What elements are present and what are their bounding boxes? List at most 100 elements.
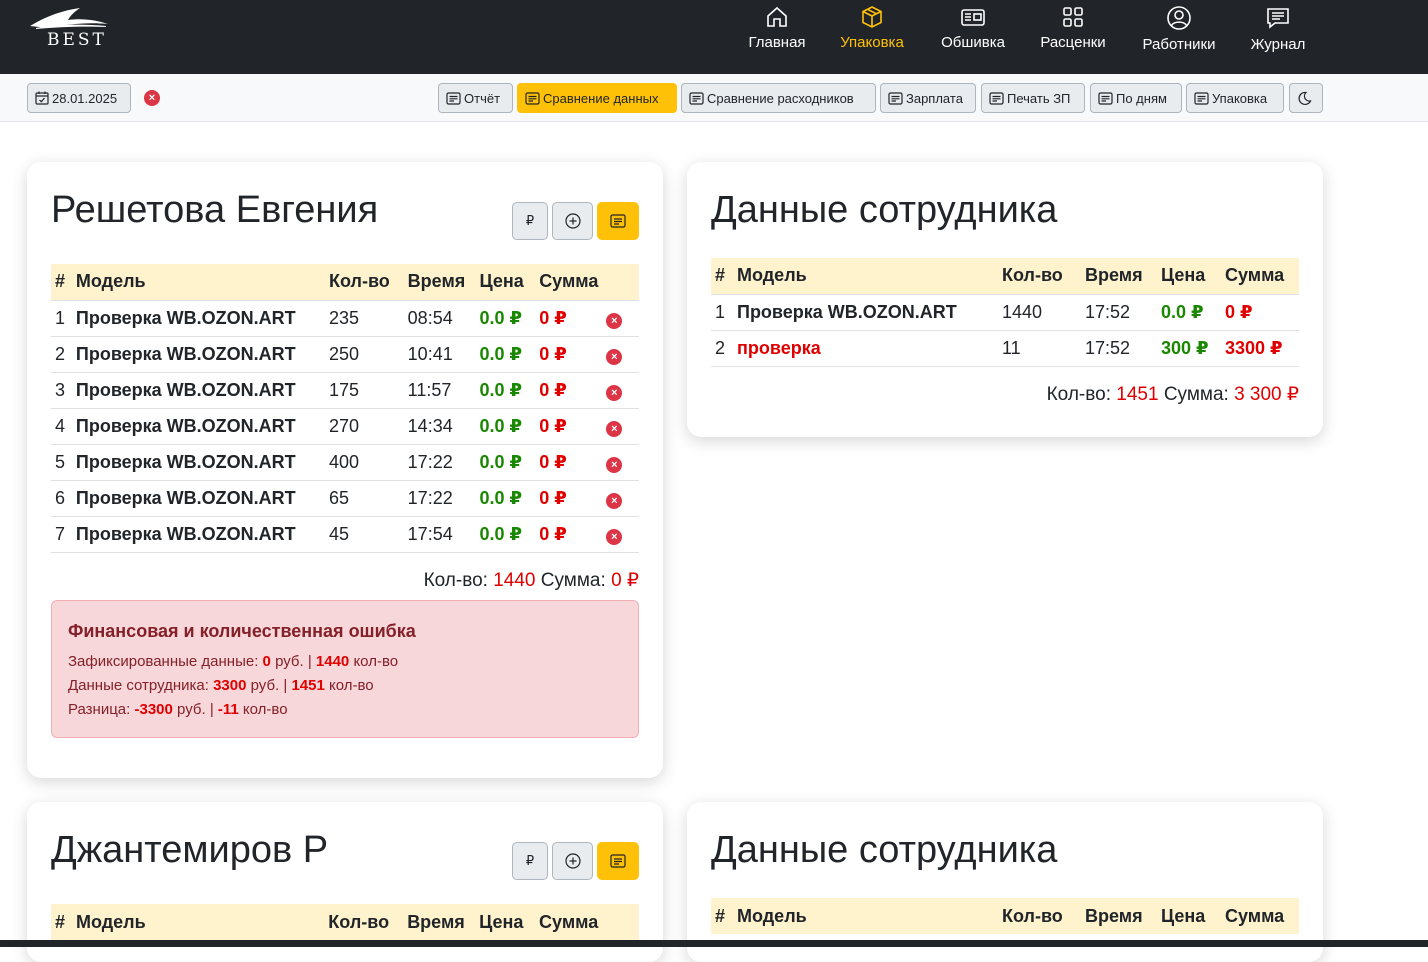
date-picker-button[interactable]: 28.01.2025	[27, 83, 131, 113]
packing-button[interactable]: Упаковка	[1186, 83, 1284, 113]
col-header: Цена	[475, 264, 536, 300]
print-salary-button[interactable]: Печать ЗП	[981, 83, 1085, 113]
card-text-icon	[446, 91, 461, 105]
alert-unit: руб. |	[275, 653, 312, 670]
col-header: Кол-во	[998, 898, 1081, 934]
table-row: 1 Проверка WB.OZON.ART 235 08:54 0.0 ₽0 ₽ ×	[51, 299, 639, 336]
calendar-check-icon	[35, 91, 49, 105]
report-button[interactable]: Отчёт	[438, 83, 513, 113]
col-header: Сумма	[535, 904, 603, 940]
delete-row-icon[interactable]: ×	[606, 384, 623, 401]
row-qty: 270	[325, 407, 404, 444]
packing-label: Упаковка	[1212, 90, 1268, 106]
fixed-data-table: # Модель Кол-во Время Цена Сумма	[51, 904, 639, 940]
employee-data-table: # Модель Кол-во Время Цена Сумма	[711, 898, 1299, 934]
fixed-data-table: # Модель Кол-во Время Цена Сумма 1 Провер…	[51, 264, 639, 553]
row-sum: 0 ₽	[535, 371, 603, 408]
col-header: Кол-во	[325, 264, 404, 300]
alert-title: Финансовая и количественная ошибка	[68, 621, 416, 641]
report-label: Отчёт	[464, 90, 501, 106]
grid-icon	[1063, 7, 1083, 27]
compare-consumables-button[interactable]: Сравнение расходников	[681, 83, 876, 113]
row-time: 17:54	[403, 515, 476, 553]
row-model: проверка	[733, 329, 998, 367]
worker-name: Джантемиров Р	[51, 829, 329, 871]
details-button[interactable]	[597, 202, 639, 240]
row-number: 2	[711, 329, 733, 367]
delete-row-icon[interactable]: ×	[606, 456, 623, 473]
row-qty: 11	[998, 329, 1081, 367]
row-price: 0.0 ₽	[475, 515, 536, 553]
nav-journal[interactable]: Журнал	[1246, 0, 1310, 74]
nav-label: Обшивка	[941, 34, 1005, 51]
nav-rates[interactable]: Расценки	[1036, 0, 1110, 74]
row-qty: 400	[325, 443, 404, 480]
alert-unit: руб. |	[177, 701, 214, 718]
table-row: 4 Проверка WB.OZON.ART 270 14:34 0.0 ₽0 ₽ ×	[51, 407, 639, 444]
col-header: Модель	[71, 264, 326, 300]
row-sum: 3300 ₽	[1221, 329, 1299, 367]
row-qty: 1440	[998, 293, 1081, 330]
row-model: Проверка WB.OZON.ART	[733, 293, 998, 330]
col-header: Модель	[733, 258, 998, 294]
compare-data-label: Сравнение данных	[543, 90, 659, 106]
table-row: 6 Проверка WB.OZON.ART 65 17:22 0.0 ₽0 ₽ ×	[51, 479, 639, 516]
row-model: Проверка WB.OZON.ART	[71, 443, 326, 480]
ruble-button[interactable]: ₽	[512, 842, 548, 880]
details-button[interactable]	[597, 842, 639, 880]
sum-total: 0 ₽	[611, 570, 639, 591]
alert-unit: кол-во	[242, 701, 288, 718]
row-price: 0.0 ₽	[1157, 293, 1221, 330]
row-time: 17:22	[403, 479, 476, 516]
nav-label: Главная	[748, 34, 806, 51]
row-price: 0.0 ₽	[475, 335, 536, 372]
row-price: 0.0 ₽	[475, 299, 536, 336]
delete-row-icon[interactable]: ×	[606, 420, 623, 437]
col-header: #	[711, 258, 733, 294]
home-icon	[767, 6, 787, 27]
add-button[interactable]	[552, 202, 593, 240]
sum-label: Сумма:	[1163, 384, 1229, 405]
table-row: 2 Проверка WB.OZON.ART 250 10:41 0.0 ₽0 ₽ ×	[51, 335, 639, 372]
alert-qty: 1440	[315, 653, 350, 670]
row-time: 17:52	[1081, 293, 1157, 330]
by-days-button[interactable]: По дням	[1090, 83, 1182, 113]
alert-label: Данные сотрудника:	[68, 677, 209, 694]
delete-row-icon[interactable]: ×	[606, 312, 623, 329]
col-header: Кол-во	[324, 904, 404, 940]
add-button[interactable]	[552, 842, 593, 880]
alert-money: 3300	[213, 677, 247, 694]
table-header-row: # Модель Кол-во Время Цена Сумма	[711, 898, 1299, 934]
row-qty: 250	[325, 335, 404, 372]
plus-circle-icon	[564, 853, 581, 869]
alert-label: Зафиксированные данные:	[68, 653, 259, 670]
delete-row-icon[interactable]: ×	[606, 492, 623, 509]
salary-button[interactable]: Зарплата	[880, 83, 976, 113]
theme-toggle-button[interactable]	[1289, 83, 1323, 113]
ruble-icon: ₽	[525, 853, 535, 868]
nav-workers[interactable]: Работники	[1136, 0, 1222, 74]
row-qty: 175	[325, 371, 404, 408]
alert-unit: кол-во	[353, 653, 399, 670]
ruble-button[interactable]: ₽	[512, 202, 548, 240]
col-header: Цена	[1157, 258, 1221, 294]
card-text-icon	[989, 91, 1004, 105]
nav-sheathing[interactable]: Обшивка	[936, 0, 1010, 74]
delete-row-icon[interactable]: ×	[606, 528, 623, 545]
delete-row-icon[interactable]: ×	[606, 348, 623, 365]
row-sum: 0 ₽	[535, 443, 603, 480]
table-row: 5 Проверка WB.OZON.ART 400 17:22 0.0 ₽0 ₽ ×	[51, 443, 639, 480]
col-header: Сумма	[535, 264, 603, 300]
nav-home[interactable]: Главная	[744, 0, 810, 74]
col-header: Время	[403, 904, 476, 940]
plus-circle-icon	[564, 213, 581, 229]
row-qty: 235	[325, 299, 404, 336]
card-text-icon	[1194, 91, 1209, 105]
row-number: 3	[51, 371, 72, 408]
nav-packing[interactable]: Упаковка	[836, 0, 908, 74]
row-sum: 0 ₽	[535, 479, 603, 516]
row-time: 08:54	[403, 299, 476, 336]
clear-date-icon[interactable]: ×	[144, 90, 160, 106]
compare-data-button[interactable]: Сравнение данных	[517, 83, 677, 113]
card-text-icon	[525, 91, 540, 105]
